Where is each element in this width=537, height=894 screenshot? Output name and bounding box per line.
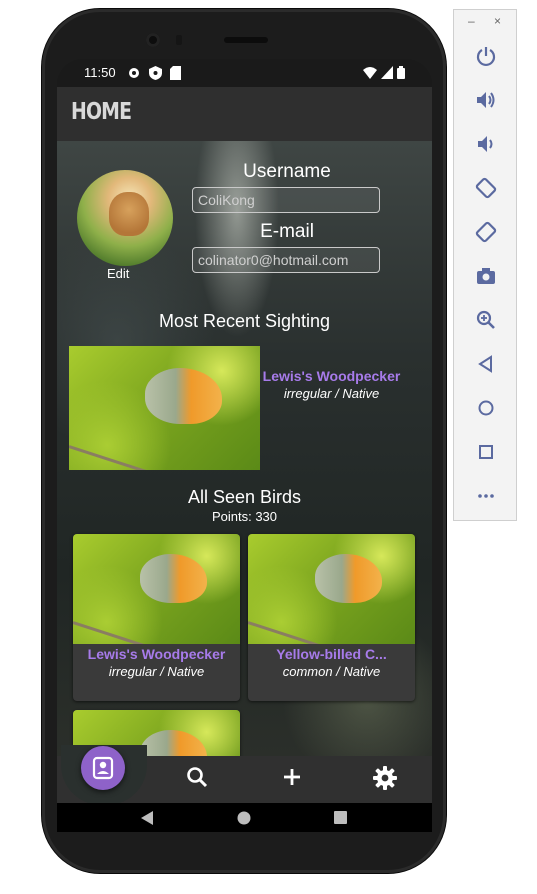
more-icon[interactable]	[474, 484, 498, 508]
robin-graphic	[139, 553, 207, 604]
camera-icon[interactable]	[474, 264, 498, 288]
system-back-icon[interactable]	[141, 811, 153, 825]
system-recents-icon[interactable]	[334, 811, 347, 824]
close-button[interactable]: ×	[494, 14, 501, 28]
profile-avatar[interactable]	[77, 170, 173, 266]
profile-icon	[92, 756, 114, 780]
email-label: E-mail	[260, 221, 314, 242]
signal-icon	[381, 66, 393, 79]
shield-status-icon	[149, 66, 162, 80]
bird-card-name: Lewis's Woodpecker	[87, 646, 226, 662]
app-bar: HOME	[57, 87, 432, 141]
branch-graphic	[73, 621, 233, 644]
zoom-icon[interactable]	[474, 308, 498, 332]
front-camera	[146, 33, 160, 47]
earpiece-speaker	[224, 37, 268, 43]
overview-icon[interactable]	[474, 440, 498, 464]
username-field[interactable]: ColiKong	[192, 187, 380, 213]
status-bar: 11:50	[57, 59, 432, 87]
settings-gear-status-icon	[129, 68, 139, 78]
branch-graphic	[69, 444, 252, 470]
profile-fab-button[interactable]	[81, 746, 125, 790]
system-home-icon[interactable]	[237, 811, 251, 825]
rotate-left-icon[interactable]	[474, 176, 498, 200]
recent-bird-image[interactable]	[69, 346, 260, 470]
rotate-right-icon[interactable]	[474, 220, 498, 244]
battery-icon	[397, 66, 405, 79]
bird-card-image	[248, 534, 415, 644]
sd-card-status-icon	[170, 66, 181, 80]
phone-screen: 11:50 HOME Edit Username ColiKong E-mail…	[57, 59, 432, 832]
robin-graphic	[145, 368, 222, 425]
power-icon[interactable]	[474, 44, 498, 68]
username-label: Username	[243, 161, 331, 182]
bird-card[interactable]: Yellow-billed C... common / Native	[248, 534, 415, 701]
bird-card-status: common / Native	[282, 664, 381, 679]
bird-card-status: irregular / Native	[108, 664, 205, 679]
back-icon[interactable]	[474, 352, 498, 376]
add-icon[interactable]	[281, 766, 303, 788]
volume-down-icon[interactable]	[474, 132, 498, 156]
recent-bird-name[interactable]: Lewis's Woodpecker	[261, 368, 402, 384]
home-content[interactable]: Edit Username ColiKong E-mail colinator0…	[57, 141, 432, 756]
emulator-control-panel: – ×	[453, 9, 517, 521]
bird-card-name: Yellow-billed C...	[276, 646, 387, 662]
volume-up-icon[interactable]	[474, 88, 498, 112]
robin-graphic	[139, 729, 207, 756]
settings-icon[interactable]	[373, 766, 397, 790]
email-field[interactable]: colinator0@hotmail.com	[192, 247, 380, 273]
system-nav-bar	[57, 803, 432, 832]
recent-sighting-title: Most Recent Sighting	[158, 311, 331, 331]
bird-card[interactable]: Lewis's Woodpecker irregular / Native	[73, 534, 240, 701]
branch-graphic	[248, 621, 408, 644]
wifi-icon	[363, 67, 377, 79]
points-label: Points: 330	[211, 509, 278, 524]
bird-card-image	[73, 534, 240, 644]
home-icon[interactable]	[474, 396, 498, 420]
minimize-button[interactable]: –	[468, 14, 475, 28]
page-title: HOME	[71, 99, 132, 125]
proximity-sensor	[176, 35, 182, 45]
recent-bird-status: irregular / Native	[283, 386, 380, 401]
search-icon[interactable]	[186, 766, 208, 788]
all-seen-birds-title: All Seen Birds	[187, 487, 302, 507]
dog-photo	[109, 192, 149, 236]
edit-avatar-link[interactable]: Edit	[107, 266, 129, 281]
robin-graphic	[314, 553, 382, 604]
status-time: 11:50	[84, 65, 116, 80]
